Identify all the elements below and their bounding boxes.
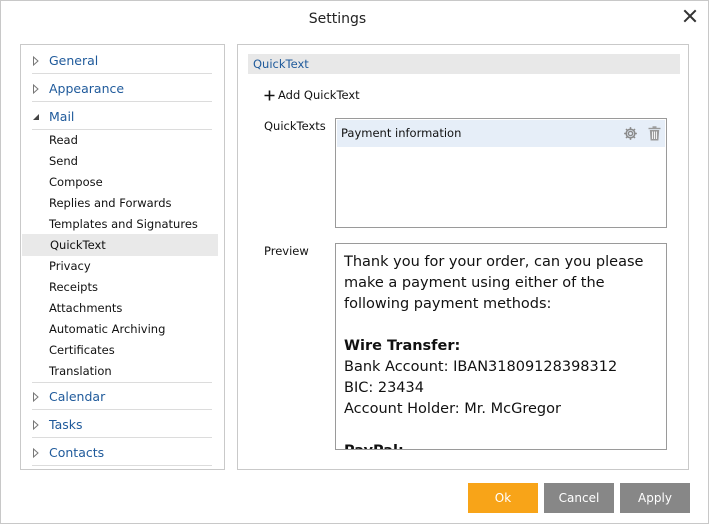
nav-item-automatic-archiving[interactable]: Automatic Archiving [21, 318, 224, 340]
nav-category-label: Mail [49, 109, 75, 124]
apply-button[interactable]: Apply [620, 483, 690, 513]
preview-next-heading: PayPal: [344, 441, 654, 449]
triangle-right-icon [33, 55, 39, 67]
nav-item-label: Automatic Archiving [49, 322, 166, 336]
preview-account-holder: Account Holder: Mr. McGregor [344, 401, 561, 417]
nav-item-label: QuickText [50, 238, 106, 252]
add-quicktext-label: Add QuickText [278, 88, 360, 102]
nav-category-contacts[interactable]: Contacts [21, 442, 224, 464]
nav-item-quicktext[interactable]: QuickText [22, 234, 218, 256]
nav-item-label: Replies and Forwards [49, 196, 172, 210]
preview-content: Thank you for your order, can you please… [344, 252, 654, 449]
preview-bic: BIC: 23434 [344, 380, 424, 396]
close-button[interactable] [681, 7, 699, 25]
nav-item-compose[interactable]: Compose [21, 171, 224, 193]
plus-icon [264, 90, 275, 101]
add-quicktext-button[interactable]: Add QuickText [264, 86, 360, 104]
nav-divider [32, 382, 212, 383]
nav-item-label: Privacy [49, 259, 91, 273]
nav-category-label: Contacts [49, 445, 105, 460]
nav-item-label: Compose [49, 175, 103, 189]
settings-dialog: Settings General Appearance Mail Read Se… [0, 0, 709, 524]
nav-item-label: Send [49, 154, 78, 168]
preview-intro: Thank you for your order, can you please… [344, 254, 644, 312]
nav-divider [32, 465, 212, 466]
quicktext-item-name: Payment information [341, 126, 462, 140]
nav-category-appearance[interactable]: Appearance [21, 78, 224, 100]
quicktext-list[interactable]: Payment information [335, 118, 667, 228]
nav-divider [32, 437, 212, 438]
nav-item-send[interactable]: Send [21, 150, 224, 172]
nav-category-label: Appearance [49, 81, 125, 96]
preview-bank-account: Bank Account: IBAN31809128398312 [344, 359, 618, 375]
nav-divider [32, 101, 212, 102]
ok-button[interactable]: Ok [468, 483, 538, 513]
nav-item-read[interactable]: Read [21, 129, 224, 151]
quicktext-item[interactable]: Payment information [337, 120, 665, 147]
nav-item-translation[interactable]: Translation [21, 360, 224, 382]
trash-icon[interactable] [648, 126, 661, 141]
nav-item-receipts[interactable]: Receipts [21, 276, 224, 298]
nav-item-label: Translation [49, 364, 112, 378]
settings-nav-tree: General Appearance Mail Read Send Compos… [20, 44, 225, 470]
nav-category-calendar[interactable]: Calendar [21, 386, 224, 408]
nav-item-label: Certificates [49, 343, 115, 357]
section-header: QuickText [248, 54, 680, 74]
nav-divider [32, 409, 212, 410]
gear-icon[interactable] [623, 126, 638, 141]
cancel-button[interactable]: Cancel [544, 483, 614, 513]
nav-item-label: Attachments [49, 301, 123, 315]
triangle-right-icon [33, 419, 39, 431]
nav-item-label: Receipts [49, 280, 98, 294]
nav-category-label: Calendar [49, 389, 106, 404]
nav-item-replies-forwards[interactable]: Replies and Forwards [21, 192, 224, 214]
triangle-right-icon [33, 447, 39, 459]
nav-category-tasks[interactable]: Tasks [21, 414, 224, 436]
quicktexts-label: QuickTexts [264, 119, 326, 133]
preview-wire-heading: Wire Transfer: [344, 338, 461, 354]
nav-item-templates-signatures[interactable]: Templates and Signatures [21, 213, 224, 235]
nav-category-label: Tasks [49, 417, 83, 432]
background-window-strip [191, 1, 611, 4]
triangle-right-icon [33, 83, 39, 95]
triangle-down-icon [33, 114, 39, 120]
nav-item-label: Templates and Signatures [49, 217, 198, 231]
nav-divider [32, 73, 212, 74]
dialog-title: Settings [308, 11, 367, 27]
quicktext-settings-panel: QuickText Add QuickText QuickTexts Payme… [237, 44, 689, 470]
nav-category-general[interactable]: General [21, 50, 224, 72]
nav-category-mail[interactable]: Mail [21, 106, 224, 128]
preview-label: Preview [264, 244, 309, 258]
triangle-right-icon [33, 391, 39, 403]
nav-item-attachments[interactable]: Attachments [21, 297, 224, 319]
nav-item-privacy[interactable]: Privacy [21, 255, 224, 277]
close-icon [683, 9, 697, 23]
quicktext-preview: Thank you for your order, can you please… [335, 243, 667, 450]
nav-item-certificates[interactable]: Certificates [21, 339, 224, 361]
nav-category-label: General [49, 53, 99, 68]
nav-item-label: Read [49, 133, 78, 147]
